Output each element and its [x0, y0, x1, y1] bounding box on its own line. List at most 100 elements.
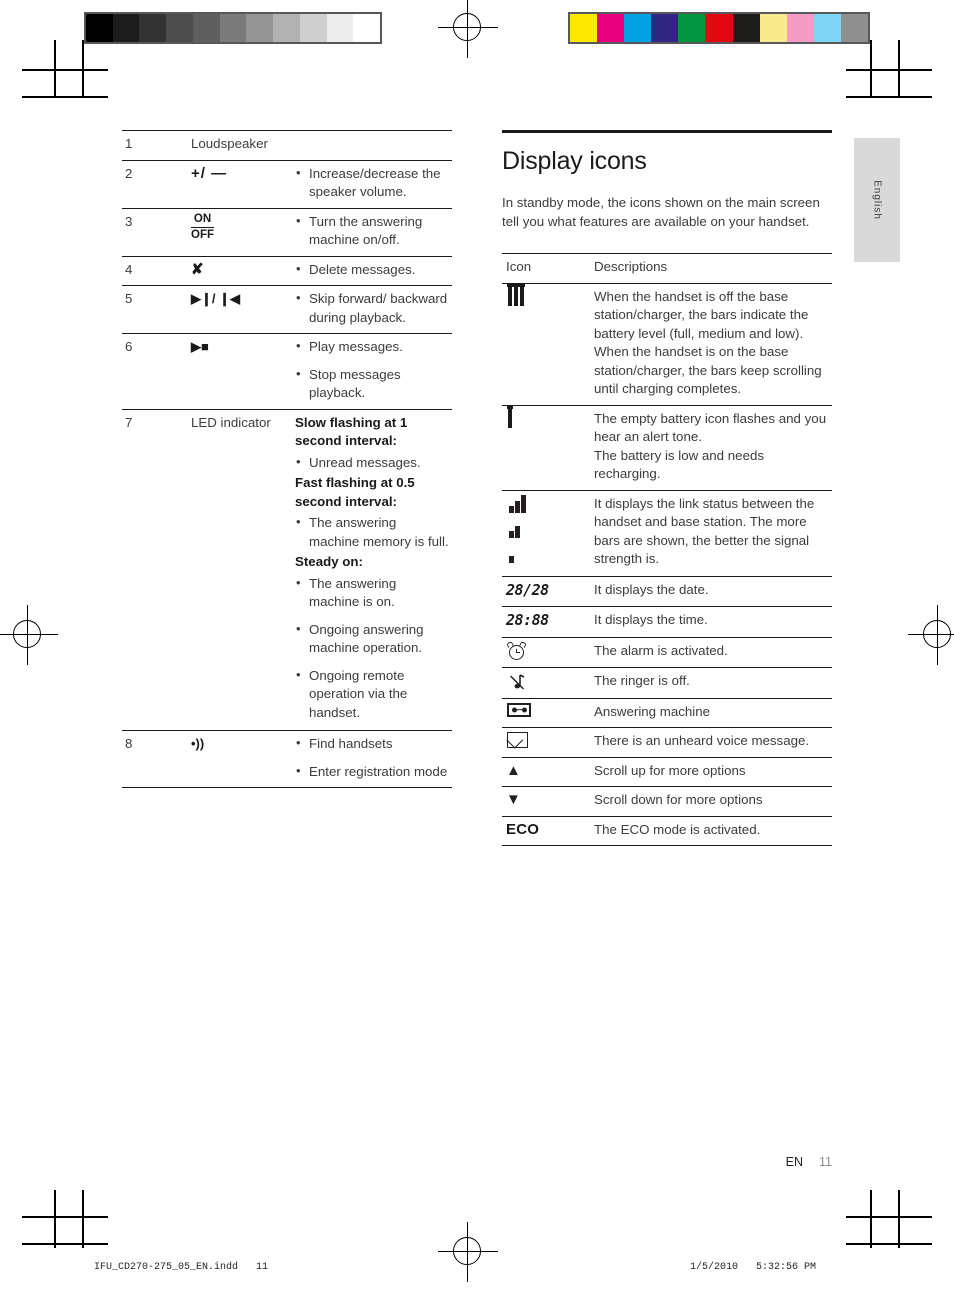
table-row: When the handset is off the base station…: [502, 282, 832, 405]
lcd-time-icon: 28:88: [506, 611, 549, 629]
table-row: The alarm is activated.: [502, 636, 832, 667]
icon-description: The ringer is off.: [592, 666, 832, 698]
part-description: Increase/decrease the speaker volume.: [293, 159, 452, 208]
part-symbol: •)): [189, 730, 293, 788]
page-footer: EN 11: [786, 1155, 832, 1169]
part-description: Turn the answering machine on/off.: [293, 207, 452, 256]
part-description: Skip forward/ backward during playback.: [293, 285, 452, 334]
page-title: Display icons: [502, 147, 647, 175]
icon-description: There is an unheard voice message.: [592, 727, 832, 757]
answering-machine-icon: [507, 702, 531, 717]
battery-full-icon: [508, 286, 512, 306]
off-label: OFF: [191, 228, 214, 241]
part-symbol: ✘: [189, 255, 293, 286]
volume-plus-minus-icon: +/ —: [191, 164, 228, 182]
table-row: It displays the link status between the …: [502, 489, 832, 576]
part-symbol: ▶■: [189, 333, 293, 409]
table-row: 8 •)) Find handsets Enter registration m…: [122, 730, 452, 788]
icon-description: Scroll up for more options: [592, 756, 832, 787]
language-tab-label: English: [871, 180, 883, 220]
table-row: 4 ✘ Delete messages.: [122, 255, 452, 286]
manual-page: English 1 Loudspeaker 2 +/ — Increase/de…: [0, 0, 954, 1291]
alarm-clock-icon: [506, 640, 527, 661]
list-item: Ongoing remote operation via the handset…: [295, 666, 450, 723]
display-icons-table-head: Icon Descriptions: [502, 253, 832, 283]
right-column: Display icons In standby mode, the icons…: [502, 130, 832, 846]
list-item: Turn the answering machine on/off.: [295, 212, 450, 250]
part-number: 7: [122, 408, 189, 731]
icon-description: The alarm is activated.: [592, 636, 832, 667]
date-icon-cell: 28/28: [502, 575, 592, 607]
lcd-date-icon: 28/28: [506, 580, 549, 599]
display-icons-table: Icon Descriptions When the handset is of…: [502, 253, 832, 846]
list-item: Unread messages.: [295, 453, 450, 473]
triangle-down-icon: ▼: [506, 791, 521, 808]
print-footer-timestamp: 1/5/2010 5:32:56 PM: [690, 1262, 817, 1273]
play-stop-icon: ▶■: [191, 339, 209, 354]
column-header-icon: Icon: [502, 253, 592, 283]
on-off-icon: ON OFF: [191, 213, 214, 242]
triangle-up-icon: ▲: [506, 761, 521, 779]
icon-description: It displays the link status between the …: [592, 489, 832, 576]
part-description: Play messages. Stop messages playback.: [293, 333, 452, 409]
signal-bars-1-icon: [509, 545, 529, 563]
column-header-descriptions: Descriptions: [592, 253, 832, 283]
intro-paragraph: In standby mode, the icons shown on the …: [502, 195, 820, 229]
signal-strength-icons: [502, 489, 592, 576]
ringer-off-svg: [509, 673, 525, 690]
list-item: Skip forward/ backward during playback.: [295, 289, 450, 327]
led-steady-on-heading: Steady on:: [295, 554, 363, 569]
bullet-list: Skip forward/ backward during playback.: [295, 289, 450, 327]
bullet-list: Unread messages.: [295, 453, 450, 473]
part-description: Find handsets Enter registration mode: [293, 730, 452, 788]
bullet-list: The answering machine memory is full.: [295, 513, 450, 551]
table-row: 1 Loudspeaker: [122, 130, 452, 160]
battery-low-icon: [520, 286, 524, 306]
table-row: The empty battery icon flashes and you h…: [502, 404, 832, 490]
delete-cross-icon: ✘: [191, 260, 204, 278]
time-icon-cell: 28:88: [502, 606, 592, 637]
voice-message-icon-cell: [502, 727, 592, 757]
signal-bars-3-icon: [509, 494, 529, 513]
list-item: Find handsets: [295, 734, 450, 754]
table-row: 7 LED indicator Slow flashing at 1 secon…: [122, 408, 452, 731]
page-number: 11: [819, 1155, 832, 1169]
ringer-off-icon-cell: [502, 666, 592, 698]
table-row: Answering machine: [502, 697, 832, 728]
scroll-down-icon-cell: ▼: [502, 786, 592, 816]
table-row: 2 +/ — Increase/decrease the speaker vol…: [122, 159, 452, 208]
list-item: The answering machine memory is full.: [295, 513, 450, 551]
list-item: Increase/decrease the speaker volume.: [295, 164, 450, 202]
table-header-row: Icon Descriptions: [502, 253, 832, 283]
scroll-up-icon-cell: ▲: [502, 756, 592, 787]
eco-icon-cell: ECO: [502, 815, 592, 846]
part-number: 4: [122, 255, 189, 286]
table-row: 28:88 It displays the time.: [502, 606, 832, 637]
skip-forward-backward-icon: ▶❙/ ❙◀: [191, 291, 241, 306]
list-item: Ongoing answering machine operation.: [295, 620, 450, 658]
part-description: Slow flashing at 1 second interval: Unre…: [293, 408, 452, 731]
alarm-icon-cell: [502, 636, 592, 667]
part-symbol: ON OFF: [189, 207, 293, 256]
eco-label-icon: ECO: [506, 820, 540, 838]
locale-label: EN: [785, 1155, 804, 1169]
icon-description: When the handset is off the base station…: [592, 282, 832, 405]
icon-description: It displays the date.: [592, 575, 832, 607]
parts-legend-table: 1 Loudspeaker 2 +/ — Increase/decrease t…: [122, 130, 452, 788]
part-description: Delete messages.: [293, 255, 452, 286]
icon-description: Answering machine: [592, 697, 832, 728]
left-column: 1 Loudspeaker 2 +/ — Increase/decrease t…: [122, 130, 452, 788]
part-number: 1: [122, 130, 189, 160]
table-row: 6 ▶■ Play messages. Stop messages playba…: [122, 333, 452, 409]
list-item: Delete messages.: [295, 260, 450, 280]
table-row: ▼ Scroll down for more options: [502, 786, 832, 816]
icon-description: The empty battery icon flashes and you h…: [592, 404, 832, 490]
led-slow-flash-heading: Slow flashing at 1 second interval:: [295, 414, 408, 449]
bullet-list: Find handsets Enter registration mode: [295, 734, 450, 782]
table-row: The ringer is off.: [502, 666, 832, 698]
on-label: ON: [191, 213, 214, 228]
language-tab: English: [854, 138, 900, 262]
paging-icon: •)): [191, 736, 205, 751]
list-item: Enter registration mode: [295, 762, 450, 782]
display-icons-table-body: When the handset is off the base station…: [502, 282, 832, 846]
